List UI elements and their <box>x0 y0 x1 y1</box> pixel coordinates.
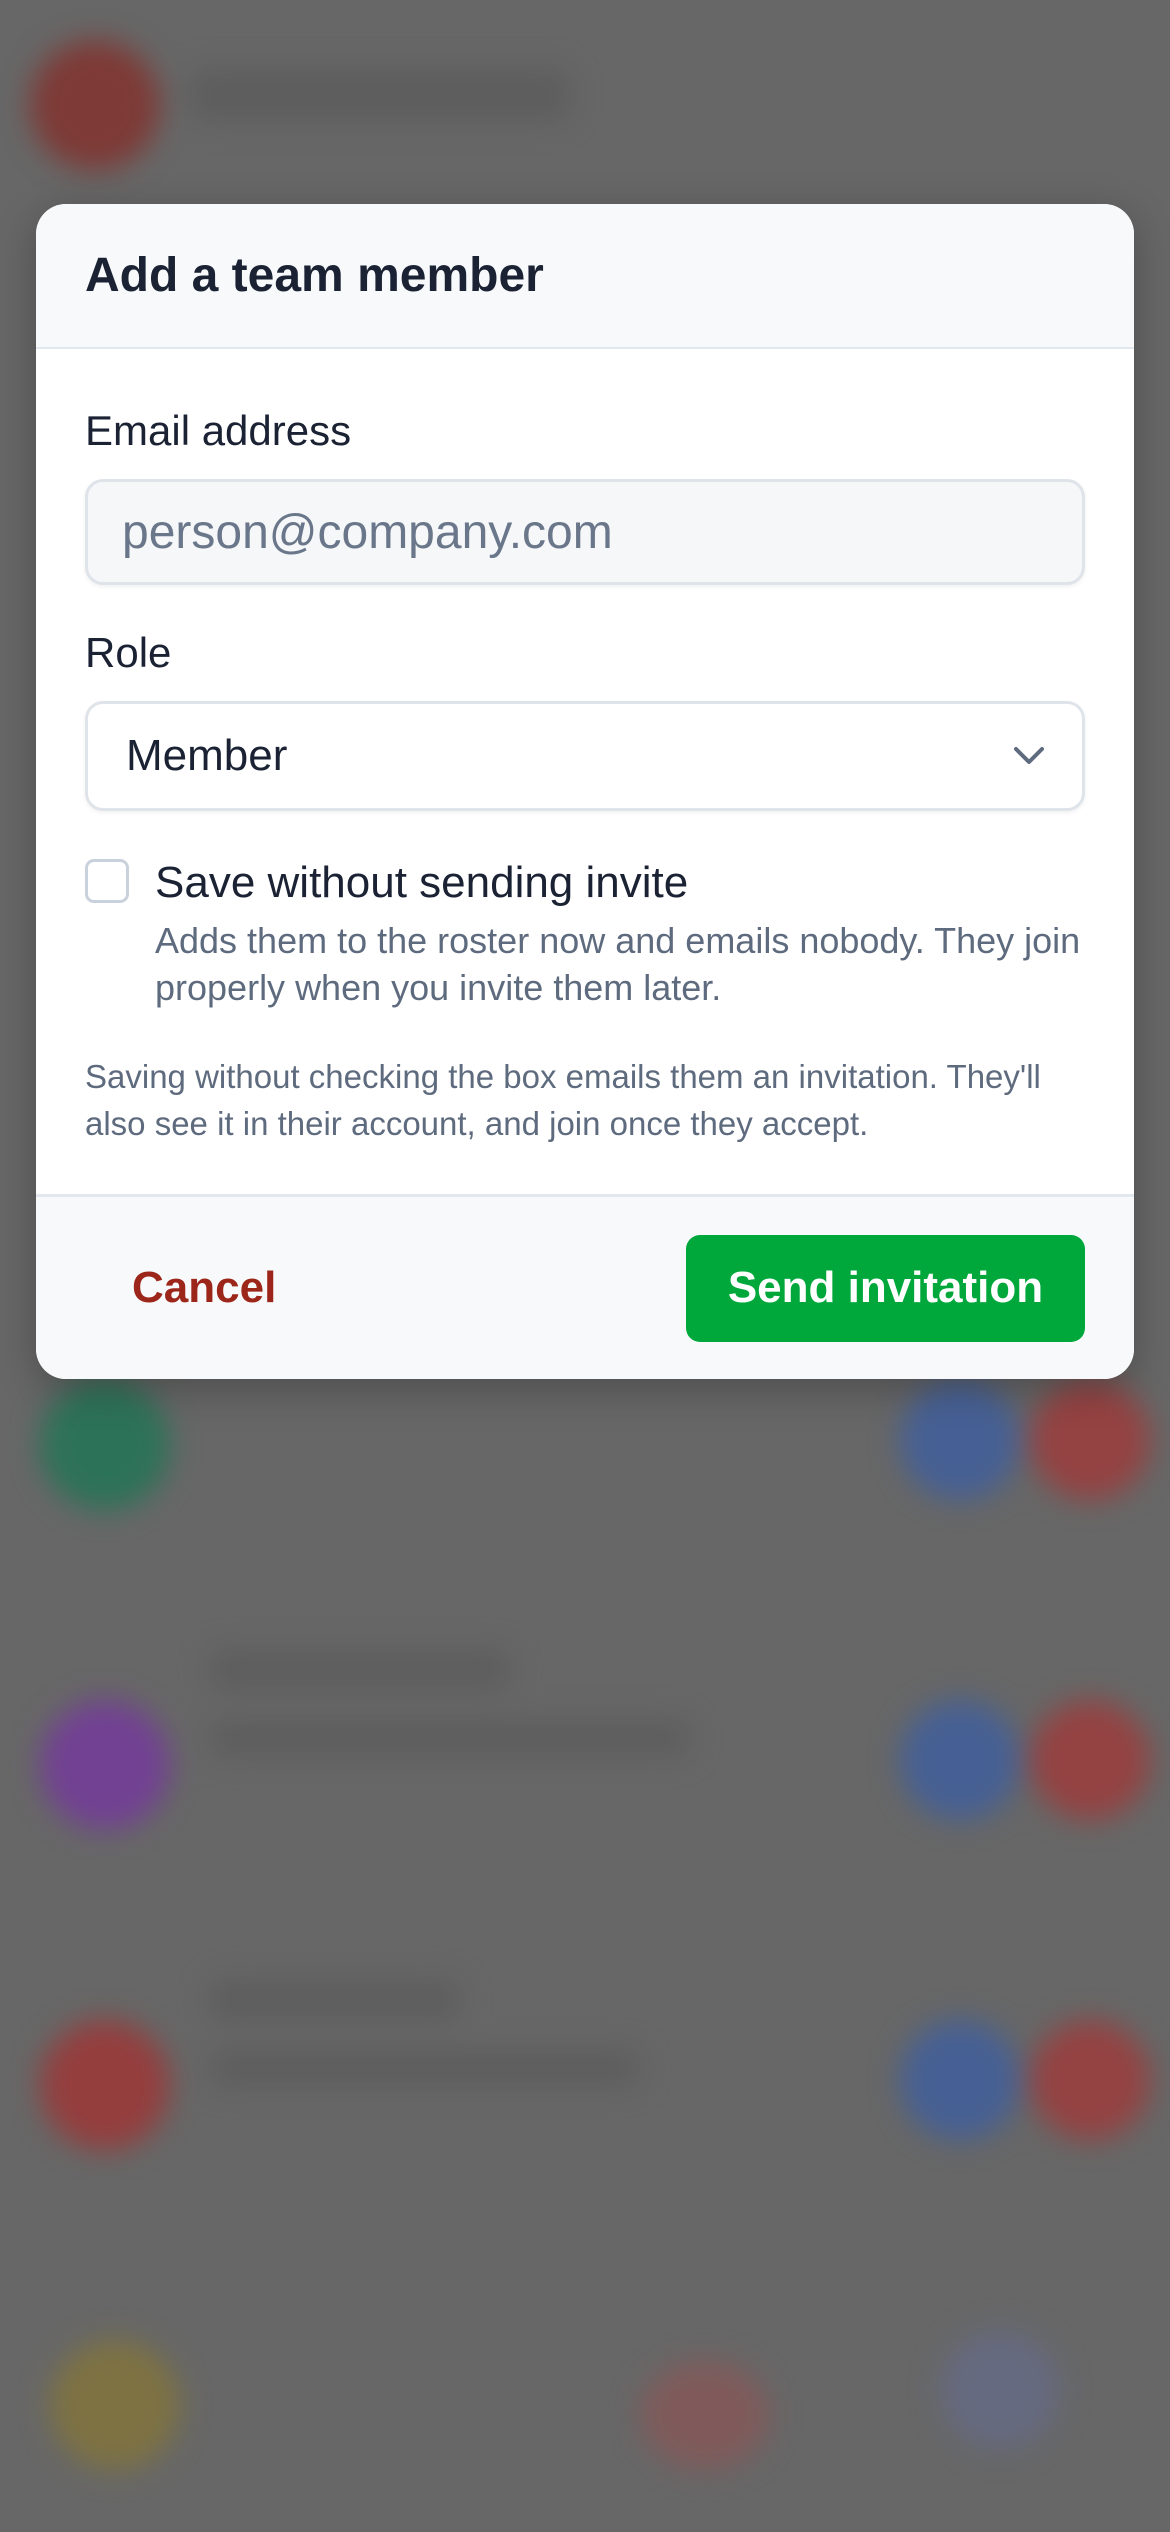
dialog-header: Add a team member <box>36 204 1134 349</box>
role-label: Role <box>85 629 172 676</box>
dialog-body: Email address person@company.com Role Me… <box>36 407 1134 1147</box>
send-invitation-button[interactable]: Send invitation <box>686 1234 1085 1342</box>
email-field[interactable]: person@company.com <box>85 479 1085 585</box>
add-team-member-dialog: Add a team member Email address person@c… <box>36 204 1134 1379</box>
email-label: Email address <box>85 407 352 454</box>
role-selected-value: Member <box>126 731 288 780</box>
save-without-invite-text: Save without sending invite Adds them to… <box>155 857 1085 1011</box>
invitation-note: Saving without checking the box emails t… <box>85 1058 1041 1142</box>
save-without-invite-label[interactable]: Save without sending invite <box>155 857 1085 909</box>
save-without-invite-option: Save without sending invite Adds them to… <box>85 857 1085 1011</box>
chevron-down-icon <box>1012 739 1046 773</box>
dialog-title: Add a team member <box>85 249 544 302</box>
save-without-invite-checkbox[interactable] <box>85 859 129 903</box>
role-select[interactable]: Member <box>85 701 1085 811</box>
save-without-invite-description: Adds them to the roster now and emails n… <box>155 920 1081 1008</box>
dialog-footer: Cancel Send invitation <box>36 1194 1134 1379</box>
cancel-button[interactable]: Cancel <box>132 1263 276 1313</box>
